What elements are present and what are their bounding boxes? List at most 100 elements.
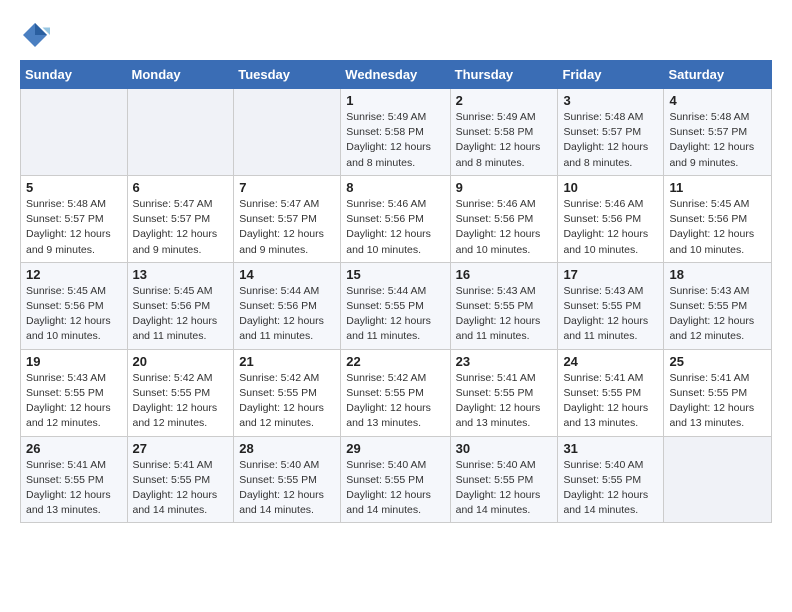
day-info: Sunrise: 5:49 AM Sunset: 5:58 PM Dayligh… [346, 110, 444, 171]
day-number: 2 [456, 93, 553, 108]
calendar-cell: 20 Sunrise: 5:42 AM Sunset: 5:55 PM Dayli… [127, 349, 234, 436]
day-number: 19 [26, 354, 122, 369]
day-info: Sunrise: 5:47 AM Sunset: 5:57 PM Dayligh… [239, 197, 335, 258]
day-info: Sunrise: 5:40 AM Sunset: 5:55 PM Dayligh… [346, 458, 444, 519]
calendar-cell: 3 Sunrise: 5:48 AM Sunset: 5:57 PM Daylig… [558, 89, 664, 176]
day-info: Sunrise: 5:43 AM Sunset: 5:55 PM Dayligh… [669, 284, 766, 345]
calendar-cell: 28 Sunrise: 5:40 AM Sunset: 5:55 PM Dayli… [234, 436, 341, 523]
day-number: 21 [239, 354, 335, 369]
calendar-cell: 18 Sunrise: 5:43 AM Sunset: 5:55 PM Dayli… [664, 262, 772, 349]
header-row: SundayMondayTuesdayWednesdayThursdayFrid… [21, 61, 772, 89]
calendar-table: SundayMondayTuesdayWednesdayThursdayFrid… [20, 60, 772, 523]
day-info: Sunrise: 5:41 AM Sunset: 5:55 PM Dayligh… [563, 371, 658, 432]
day-info: Sunrise: 5:47 AM Sunset: 5:57 PM Dayligh… [133, 197, 229, 258]
day-info: Sunrise: 5:41 AM Sunset: 5:55 PM Dayligh… [26, 458, 122, 519]
day-number: 26 [26, 441, 122, 456]
day-number: 16 [456, 267, 553, 282]
day-number: 24 [563, 354, 658, 369]
day-info: Sunrise: 5:46 AM Sunset: 5:56 PM Dayligh… [456, 197, 553, 258]
day-number: 3 [563, 93, 658, 108]
day-number: 13 [133, 267, 229, 282]
day-info: Sunrise: 5:45 AM Sunset: 5:56 PM Dayligh… [133, 284, 229, 345]
day-info: Sunrise: 5:42 AM Sunset: 5:55 PM Dayligh… [346, 371, 444, 432]
day-number: 27 [133, 441, 229, 456]
day-number: 20 [133, 354, 229, 369]
logo-icon [20, 20, 50, 50]
calendar-week-row: 19 Sunrise: 5:43 AM Sunset: 5:55 PM Dayli… [21, 349, 772, 436]
calendar-cell: 14Sunrise: 5:44 AM Sunset: 5:56 PM Dayli… [234, 262, 341, 349]
day-number: 11 [669, 180, 766, 195]
day-info: Sunrise: 5:40 AM Sunset: 5:55 PM Dayligh… [239, 458, 335, 519]
day-info: Sunrise: 5:44 AM Sunset: 5:55 PM Dayligh… [346, 284, 444, 345]
day-number: 5 [26, 180, 122, 195]
calendar-cell: 27Sunrise: 5:41 AM Sunset: 5:55 PM Dayli… [127, 436, 234, 523]
calendar-header: SundayMondayTuesdayWednesdayThursdayFrid… [21, 61, 772, 89]
day-number: 8 [346, 180, 444, 195]
day-info: Sunrise: 5:40 AM Sunset: 5:55 PM Dayligh… [456, 458, 553, 519]
calendar-cell: 19 Sunrise: 5:43 AM Sunset: 5:55 PM Dayli… [21, 349, 128, 436]
day-number: 23 [456, 354, 553, 369]
calendar-cell: 7Sunrise: 5:47 AM Sunset: 5:57 PM Daylig… [234, 175, 341, 262]
calendar-week-row: 12 Sunrise: 5:45 AM Sunset: 5:56 PM Dayli… [21, 262, 772, 349]
calendar-cell: 2 Sunrise: 5:49 AM Sunset: 5:58 PM Daylig… [450, 89, 558, 176]
calendar-cell: 9Sunrise: 5:46 AM Sunset: 5:56 PM Daylig… [450, 175, 558, 262]
day-info: Sunrise: 5:43 AM Sunset: 5:55 PM Dayligh… [563, 284, 658, 345]
day-of-week-header: Wednesday [341, 61, 450, 89]
calendar-cell: 22 Sunrise: 5:42 AM Sunset: 5:55 PM Dayli… [341, 349, 450, 436]
day-info: Sunrise: 5:48 AM Sunset: 5:57 PM Dayligh… [563, 110, 658, 171]
day-of-week-header: Tuesday [234, 61, 341, 89]
calendar-cell: 6 Sunrise: 5:47 AM Sunset: 5:57 PM Daylig… [127, 175, 234, 262]
day-of-week-header: Friday [558, 61, 664, 89]
calendar-cell: 25Sunrise: 5:41 AM Sunset: 5:55 PM Dayli… [664, 349, 772, 436]
calendar-cell [234, 89, 341, 176]
day-info: Sunrise: 5:48 AM Sunset: 5:57 PM Dayligh… [669, 110, 766, 171]
day-info: Sunrise: 5:43 AM Sunset: 5:55 PM Dayligh… [26, 371, 122, 432]
calendar-week-row: 1 Sunrise: 5:49 AM Sunset: 5:58 PM Daylig… [21, 89, 772, 176]
day-info: Sunrise: 5:46 AM Sunset: 5:56 PM Dayligh… [563, 197, 658, 258]
calendar-cell: 1 Sunrise: 5:49 AM Sunset: 5:58 PM Daylig… [341, 89, 450, 176]
day-info: Sunrise: 5:42 AM Sunset: 5:55 PM Dayligh… [133, 371, 229, 432]
day-of-week-header: Saturday [664, 61, 772, 89]
calendar-cell: 15 Sunrise: 5:44 AM Sunset: 5:55 PM Dayli… [341, 262, 450, 349]
calendar-cell: 24 Sunrise: 5:41 AM Sunset: 5:55 PM Dayli… [558, 349, 664, 436]
day-number: 17 [563, 267, 658, 282]
calendar-cell [664, 436, 772, 523]
day-number: 25 [669, 354, 766, 369]
day-number: 15 [346, 267, 444, 282]
day-info: Sunrise: 5:48 AM Sunset: 5:57 PM Dayligh… [26, 197, 122, 258]
calendar-cell: 17 Sunrise: 5:43 AM Sunset: 5:55 PM Dayli… [558, 262, 664, 349]
day-of-week-header: Sunday [21, 61, 128, 89]
day-number: 12 [26, 267, 122, 282]
day-number: 30 [456, 441, 553, 456]
calendar-cell: 29 Sunrise: 5:40 AM Sunset: 5:55 PM Dayli… [341, 436, 450, 523]
day-info: Sunrise: 5:42 AM Sunset: 5:55 PM Dayligh… [239, 371, 335, 432]
day-number: 29 [346, 441, 444, 456]
day-info: Sunrise: 5:49 AM Sunset: 5:58 PM Dayligh… [456, 110, 553, 171]
day-info: Sunrise: 5:45 AM Sunset: 5:56 PM Dayligh… [26, 284, 122, 345]
calendar-cell: 31Sunrise: 5:40 AM Sunset: 5:55 PM Dayli… [558, 436, 664, 523]
calendar-cell [21, 89, 128, 176]
calendar-body: 1 Sunrise: 5:49 AM Sunset: 5:58 PM Daylig… [21, 89, 772, 523]
calendar-cell: 4 Sunrise: 5:48 AM Sunset: 5:57 PM Daylig… [664, 89, 772, 176]
day-number: 14 [239, 267, 335, 282]
day-number: 4 [669, 93, 766, 108]
calendar-cell [127, 89, 234, 176]
day-info: Sunrise: 5:46 AM Sunset: 5:56 PM Dayligh… [346, 197, 444, 258]
day-info: Sunrise: 5:41 AM Sunset: 5:55 PM Dayligh… [456, 371, 553, 432]
day-number: 18 [669, 267, 766, 282]
day-number: 6 [133, 180, 229, 195]
day-number: 22 [346, 354, 444, 369]
calendar-week-row: 26 Sunrise: 5:41 AM Sunset: 5:55 PM Dayli… [21, 436, 772, 523]
calendar-cell: 12 Sunrise: 5:45 AM Sunset: 5:56 PM Dayli… [21, 262, 128, 349]
calendar-cell: 8 Sunrise: 5:46 AM Sunset: 5:56 PM Daylig… [341, 175, 450, 262]
calendar-cell: 13 Sunrise: 5:45 AM Sunset: 5:56 PM Dayli… [127, 262, 234, 349]
day-number: 10 [563, 180, 658, 195]
day-info: Sunrise: 5:45 AM Sunset: 5:56 PM Dayligh… [669, 197, 766, 258]
day-info: Sunrise: 5:43 AM Sunset: 5:55 PM Dayligh… [456, 284, 553, 345]
calendar-cell: 30 Sunrise: 5:40 AM Sunset: 5:55 PM Dayli… [450, 436, 558, 523]
day-number: 1 [346, 93, 444, 108]
day-number: 28 [239, 441, 335, 456]
page-header [20, 20, 772, 50]
logo [20, 20, 54, 50]
calendar-cell: 5 Sunrise: 5:48 AM Sunset: 5:57 PM Daylig… [21, 175, 128, 262]
